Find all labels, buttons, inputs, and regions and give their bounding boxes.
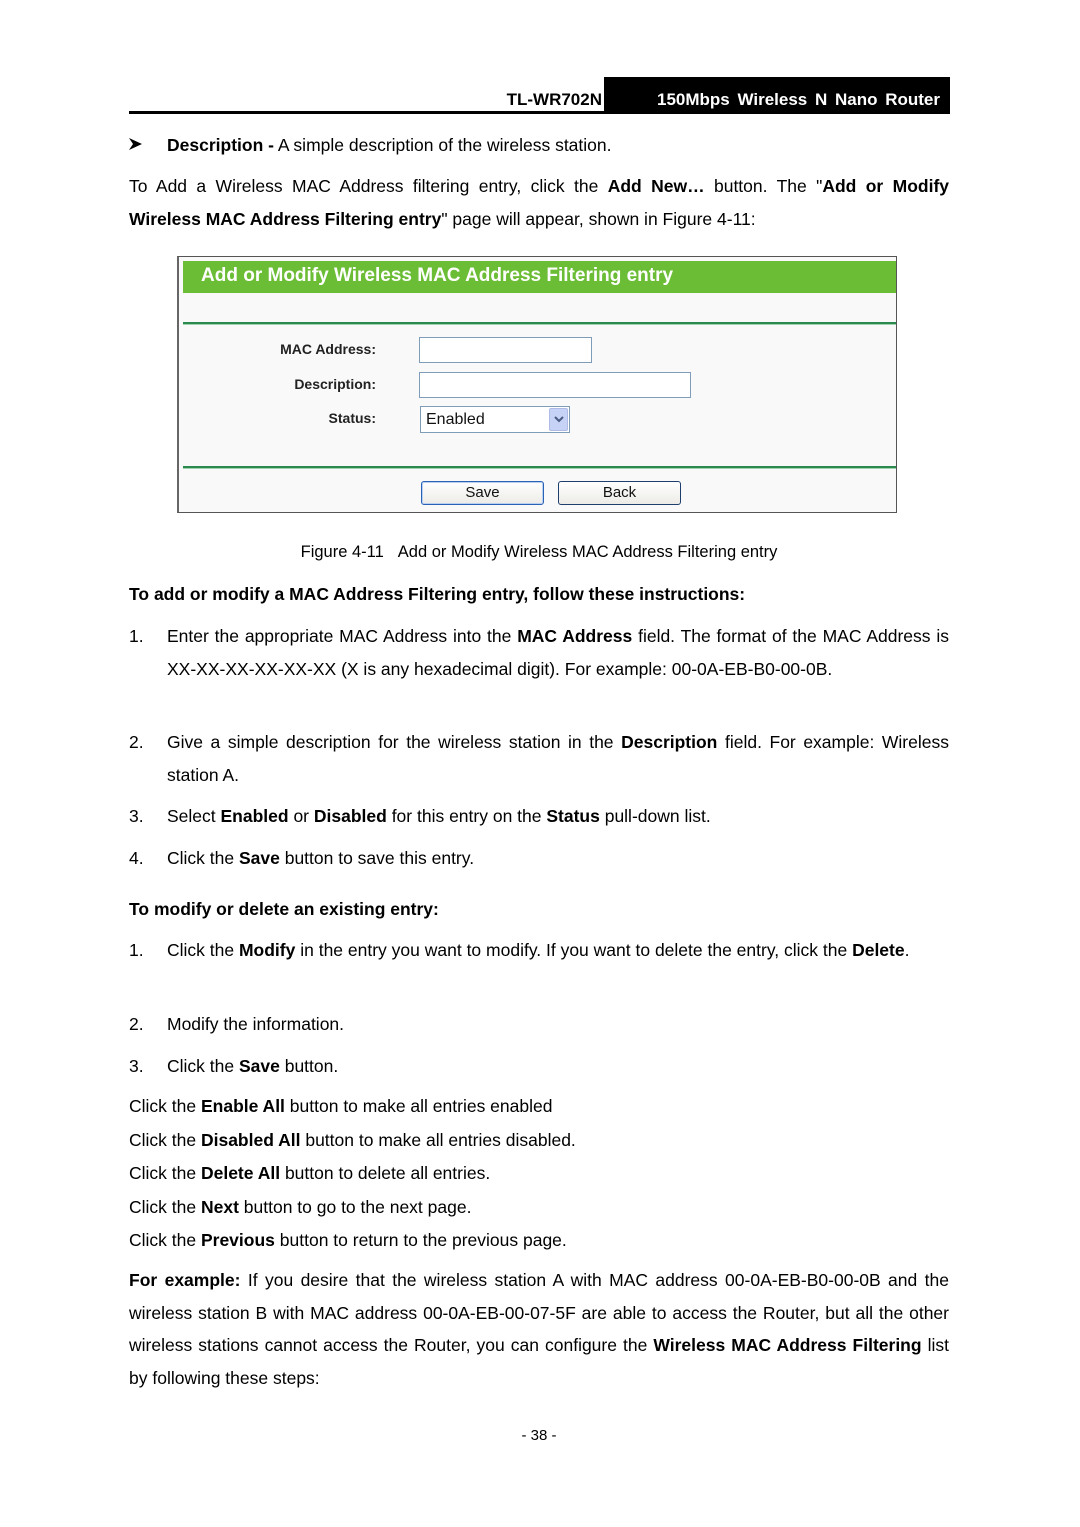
list-number: 3. [129, 806, 144, 826]
list-text: Select [167, 806, 221, 826]
header-product-title: 150Mbps Wireless N Nano Router [604, 77, 950, 111]
caption-number: Figure 4-11 [300, 543, 384, 561]
figure-divider-top [183, 322, 896, 325]
action-text: Click the [129, 1096, 201, 1116]
list-number: 4. [129, 848, 144, 868]
list-text: Click the [167, 940, 239, 960]
modify-heading: To modify or delete an existing entry: [129, 893, 949, 926]
bullet-text: A simple description of the wireless sta… [273, 135, 612, 155]
action-text: button to make all entries enabled [284, 1096, 553, 1116]
action-text: Click the [129, 1163, 201, 1183]
header-model: TL-WR702N [506, 90, 602, 109]
list-text: Click the [167, 1056, 239, 1076]
action-text: button to go to the next page. [238, 1196, 472, 1217]
action-text: Click the [129, 1129, 201, 1150]
list-item: 3. Select Enabled or Disabled for this e… [129, 800, 949, 833]
action-text: button to delete all entries. [280, 1163, 491, 1183]
list-text: for this entry on the [386, 806, 547, 826]
list-item: 2. Modify the information. [129, 1008, 949, 1041]
back-button[interactable]: Back [558, 481, 681, 505]
example-paragraph: For example: If you desire that the wire… [129, 1264, 949, 1394]
action-line: Click the Disabled All button to make al… [129, 1124, 949, 1158]
figure-caption: Figure 4-11 Add or Modify Wireless MAC Ad… [129, 541, 949, 563]
list-item: 1. Click the Modify in the entry you wan… [129, 934, 949, 967]
action-text: button to return to the previous page. [274, 1230, 567, 1250]
list-number: 3. [129, 1056, 144, 1076]
list-number: 2. [129, 732, 144, 752]
chevron-down-icon[interactable] [549, 408, 568, 431]
intro-text-1: To Add a Wireless MAC Address filtering … [129, 176, 608, 196]
action-bold: Previous [200, 1230, 275, 1250]
list-text: . [904, 940, 910, 960]
intro-text-2: button. The " [704, 176, 823, 196]
action-line: Click the Enable All button to make all … [129, 1090, 949, 1124]
figure-divider-bottom [183, 466, 896, 469]
list-text: Modify the information. [167, 1014, 345, 1034]
list-bold: Delete [852, 940, 905, 960]
caption-text: Add or Modify Wireless MAC Address Filte… [397, 543, 778, 561]
action-line: Click the Delete All button to delete al… [129, 1157, 949, 1191]
list-text: or [288, 806, 314, 826]
list-number: 2. [129, 1014, 144, 1034]
action-bold: Next [200, 1196, 239, 1217]
list-number: 1. [129, 940, 144, 960]
figure-title-bar: Add or Modify Wireless MAC Address Filte… [183, 261, 896, 293]
description-bullet: Description - A simple description of th… [129, 131, 612, 160]
figure-add-modify-mac-entry: Add or Modify Wireless MAC Address Filte… [177, 256, 897, 513]
intro-text-3: " page will appear, shown in Figure 4-11… [441, 208, 756, 229]
list-item: 3. Click the Save button. [129, 1050, 949, 1083]
list-text: button. [279, 1056, 339, 1076]
action-bold: Disabled All [200, 1129, 301, 1150]
mac-address-input[interactable] [419, 337, 592, 363]
save-button[interactable]: Save [421, 481, 544, 505]
arrow-bullet-icon [129, 132, 167, 160]
action-line: Click the Next button to go to the next … [129, 1191, 949, 1225]
list-number: 1. [129, 626, 144, 646]
list-bold: Enabled [220, 806, 289, 826]
action-line: Click the Previous button to return to t… [129, 1224, 949, 1258]
list-item: 1. Enter the appropriate MAC Address int… [129, 620, 949, 685]
list-text: button to save this entry. [279, 848, 475, 868]
status-selected-value: Enabled [426, 411, 485, 428]
action-text: Click the [129, 1230, 201, 1250]
mac-address-label: MAC Address: [280, 341, 376, 357]
list-text: Give a simple description for the wirele… [167, 732, 622, 752]
list-bold: MAC Address [517, 626, 633, 646]
instructions-heading-text: To add or modify a MAC Address Filtering… [129, 584, 746, 604]
list-bold: Save [238, 848, 280, 868]
action-bold: Enable All [200, 1096, 285, 1116]
intro-paragraph: To Add a Wireless MAC Address filtering … [129, 170, 949, 235]
list-text: in the entry you want to modify. If you … [295, 940, 853, 960]
list-bold: Modify [238, 940, 296, 960]
action-text: button to make all entries disabled. [300, 1129, 576, 1150]
action-bold: Delete All [200, 1163, 281, 1183]
list-text: Click the [167, 848, 239, 868]
description-input[interactable] [419, 372, 691, 398]
page-header: TL-WR702N 150Mbps Wireless N Nano Router [129, 77, 950, 114]
bullet-term: Description - [167, 135, 274, 155]
list-bold: Save [238, 1056, 280, 1076]
list-item: 4. Click the Save button to save this en… [129, 842, 949, 875]
instructions-heading: To add or modify a MAC Address Filtering… [129, 578, 949, 611]
list-bold: Status [546, 806, 600, 826]
status-select[interactable]: Enabled [420, 406, 570, 433]
action-text: Click the [129, 1196, 201, 1217]
status-label: Status: [328, 410, 376, 426]
page-number: - 38 - [521, 1427, 557, 1444]
action-list: Click the Enable All button to make all … [129, 1090, 949, 1258]
list-bold: Description [621, 732, 718, 752]
list-text: Enter the appropriate MAC Address into t… [167, 626, 518, 646]
description-label: Description: [294, 376, 376, 392]
list-bold: Disabled [313, 806, 387, 826]
modify-heading-text: To modify or delete an existing entry: [129, 899, 439, 919]
list-item: 2. Give a simple description for the wir… [129, 726, 949, 791]
list-text: pull-down list. [599, 806, 711, 826]
intro-add-new: Add New… [607, 176, 705, 196]
example-bold: Wireless MAC Address Filtering [653, 1335, 922, 1355]
example-label: For example: [129, 1270, 241, 1290]
